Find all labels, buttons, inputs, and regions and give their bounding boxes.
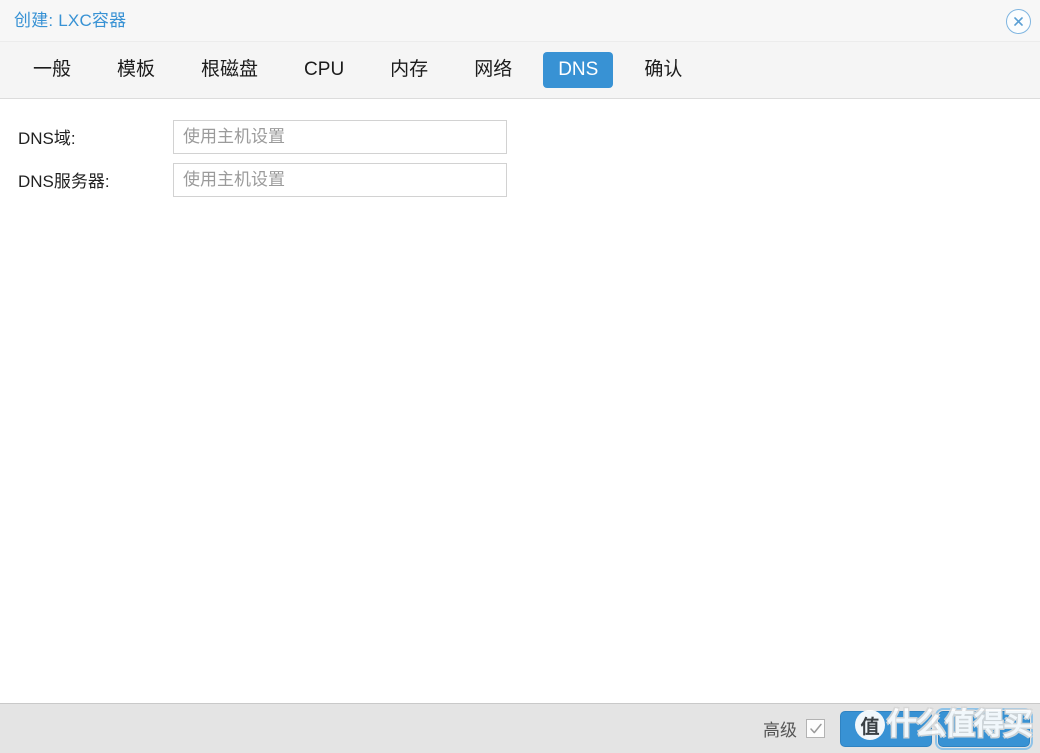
tab-root-disk[interactable]: 根磁盘 <box>186 52 273 88</box>
tab-network[interactable]: 网络 <box>459 52 527 88</box>
dns-servers-row: DNS服务器: <box>0 158 1040 201</box>
close-icon <box>1011 14 1026 29</box>
dialog-footer: 高级 值 什么值得买 <box>0 703 1040 753</box>
wizard-tabbar: 一般 模板 根磁盘 CPU 内存 网络 DNS 确认 <box>0 41 1040 99</box>
tab-memory[interactable]: 内存 <box>375 52 443 88</box>
tab-confirm[interactable]: 确认 <box>629 52 697 88</box>
dns-form-panel: DNS域: DNS服务器: <box>0 99 1040 703</box>
tab-template[interactable]: 模板 <box>102 52 170 88</box>
dns-domain-row: DNS域: <box>0 115 1040 158</box>
dns-domain-input[interactable] <box>173 119 507 154</box>
create-lxc-container-dialog: 创建: LXC容器 一般 模板 根磁盘 CPU 内存 网络 DNS 确认 DNS… <box>0 0 1040 753</box>
dialog-titlebar: 创建: LXC容器 <box>0 0 1040 41</box>
dns-servers-label: DNS服务器: <box>18 172 110 191</box>
tab-cpu[interactable]: CPU <box>289 52 359 88</box>
advanced-checkbox[interactable] <box>806 719 825 738</box>
dns-domain-label: DNS域: <box>18 129 76 148</box>
close-button[interactable] <box>1006 9 1031 34</box>
checkmark-icon <box>809 722 823 736</box>
dns-servers-input[interactable] <box>173 162 507 197</box>
next-button[interactable] <box>935 707 1033 750</box>
tab-dns[interactable]: DNS <box>543 52 614 88</box>
tab-general[interactable]: 一般 <box>18 52 86 88</box>
back-button[interactable] <box>840 710 932 747</box>
page-title: 创建: LXC容器 <box>14 11 127 30</box>
advanced-label: 高级 <box>763 721 797 740</box>
